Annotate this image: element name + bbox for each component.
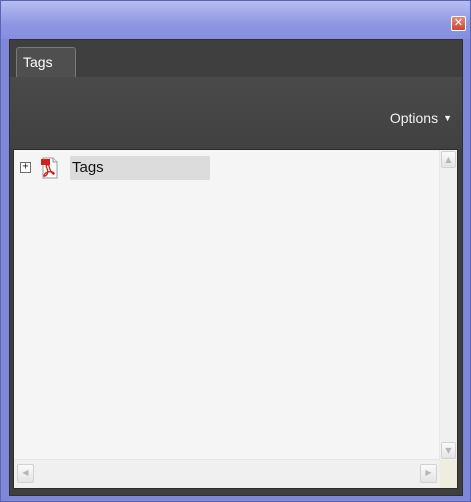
scrollbar-corner	[440, 460, 457, 488]
pdf-document-icon	[41, 157, 58, 179]
vertical-scrollbar[interactable]: ▲ ▼	[439, 150, 457, 460]
options-label: Options	[389, 110, 439, 126]
horizontal-scrollbar[interactable]: ◀ ▶	[14, 459, 440, 488]
close-button[interactable]: ✕	[451, 16, 466, 31]
expand-icon[interactable]: +	[20, 162, 31, 173]
title-bar[interactable]: ✕	[1, 1, 470, 39]
tags-tree-view[interactable]: + Tags ▲ ▼ ◀ ▶	[13, 149, 458, 489]
scroll-up-button[interactable]: ▲	[441, 151, 456, 168]
tab-tags-label: Tags	[23, 54, 53, 70]
arrow-down-icon: ▼	[445, 446, 452, 455]
scroll-right-button[interactable]: ▶	[420, 464, 437, 483]
tags-panel: Tags Options ▼ + Tags ▲ ▼ ◀ ▶	[10, 40, 462, 495]
caret-down-icon: ▼	[443, 113, 452, 123]
tree-item-label: Tags	[72, 159, 104, 176]
tab-tags[interactable]: Tags	[16, 47, 76, 77]
arrow-up-icon: ▲	[445, 155, 452, 164]
arrow-right-icon: ▶	[425, 468, 432, 477]
options-menu-button[interactable]: Options ▼	[390, 110, 452, 126]
tags-window: ✕ Tags Options ▼ + Tags ▲ ▼ ◀ ▶	[0, 0, 471, 502]
tree-item-tags-root[interactable]: + Tags	[14, 156, 210, 180]
scroll-left-button[interactable]: ◀	[17, 464, 34, 483]
scroll-down-button[interactable]: ▼	[441, 442, 456, 459]
close-icon: ✕	[453, 16, 464, 29]
arrow-left-icon: ◀	[22, 468, 29, 477]
panel-header: Options ▼	[10, 77, 462, 149]
